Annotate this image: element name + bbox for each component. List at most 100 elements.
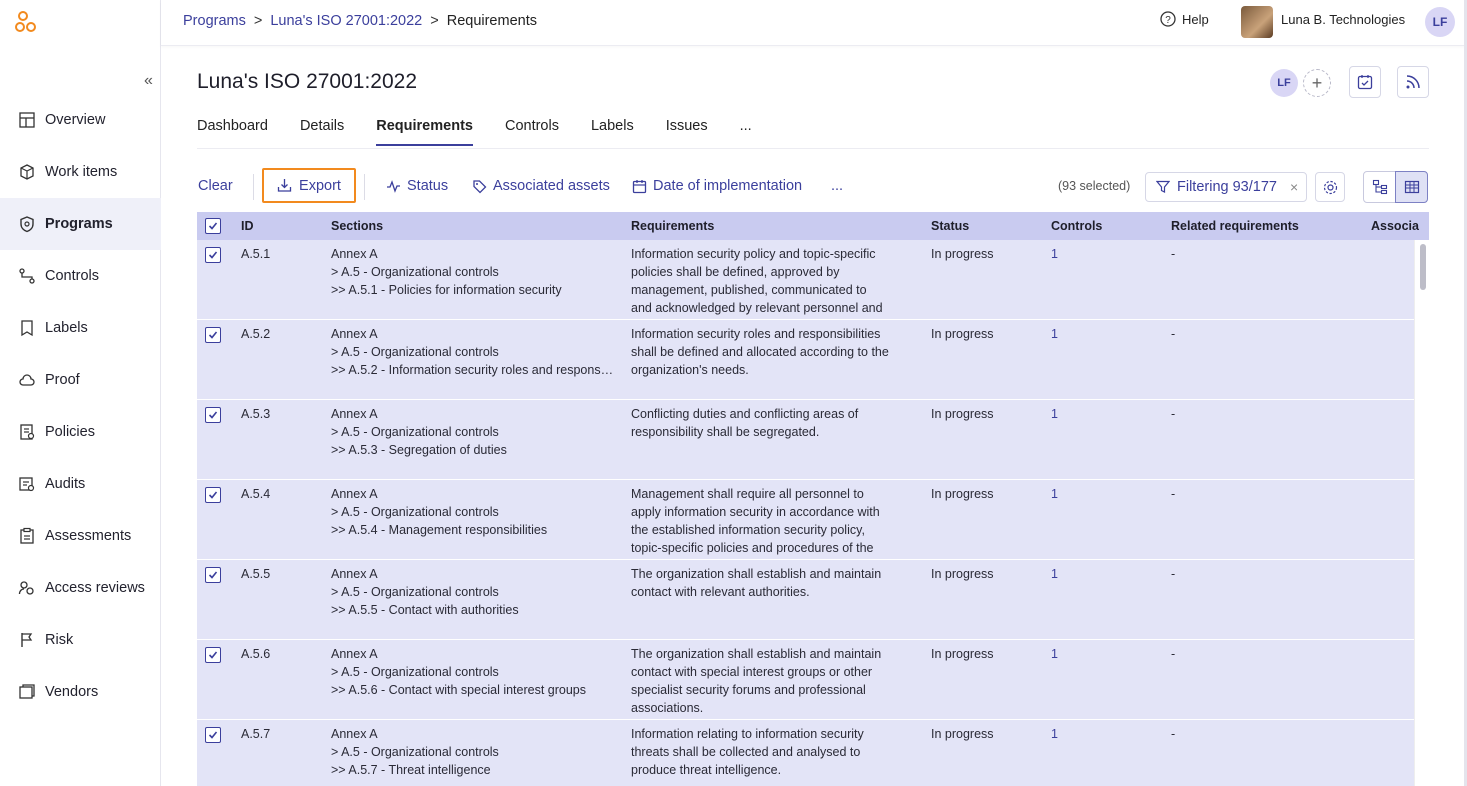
section-line: Annex A [331, 327, 378, 341]
row-checkbox[interactable] [205, 407, 221, 423]
download-icon [277, 179, 292, 192]
cell-id: A.5.4 [241, 487, 271, 501]
tab-controls[interactable]: Controls [505, 118, 559, 146]
breadcrumb-program[interactable]: Luna's ISO 27001:2022 [270, 13, 422, 29]
column-header-requirements[interactable]: Requirements [631, 219, 714, 233]
cell-controls-link[interactable]: 1 [1051, 325, 1058, 343]
tab-labels[interactable]: Labels [591, 118, 634, 146]
breadcrumb-programs[interactable]: Programs [183, 13, 246, 29]
column-header-id[interactable]: ID [241, 219, 254, 233]
scroll-thumb[interactable] [1420, 244, 1426, 290]
row-checkbox[interactable] [205, 647, 221, 663]
flag-icon [18, 631, 36, 649]
column-header-status[interactable]: Status [931, 219, 969, 233]
sidebar-item-vendors[interactable]: Vendors [0, 666, 161, 718]
filter-button[interactable]: Filtering 93/177 × [1145, 172, 1307, 202]
tab-more[interactable]: ... [740, 118, 752, 146]
section-line: > A.5 - Organizational controls [331, 425, 499, 439]
table-row[interactable]: A.5.4 Annex A > A.5 - Organizational contr… [197, 480, 1414, 560]
column-header-sections[interactable]: Sections [331, 219, 383, 233]
section-line: Annex A [331, 247, 378, 261]
calendar-check-button[interactable] [1349, 66, 1381, 98]
sidebar-item-controls[interactable]: Controls [0, 250, 161, 302]
sidebar-item-programs[interactable]: Programs [0, 198, 161, 250]
sidebar-item-overview[interactable]: Overview [0, 94, 161, 146]
tab-dashboard[interactable]: Dashboard [197, 118, 268, 146]
select-all-checkbox[interactable] [205, 218, 221, 234]
collapse-sidebar-icon[interactable]: « [144, 72, 153, 90]
toolbar-divider [364, 174, 365, 200]
user-avatar[interactable]: LF [1425, 7, 1455, 37]
table-row[interactable]: A.5.1 Annex A > A.5 - Organizational contr… [197, 240, 1414, 320]
status-action[interactable]: Status [386, 178, 448, 194]
section-line: > A.5 - Organizational controls [331, 665, 499, 679]
check-icon [208, 411, 218, 419]
row-checkbox[interactable] [205, 327, 221, 343]
cell-related-requirements: - [1171, 567, 1176, 581]
section-line: Annex A [331, 487, 378, 501]
owner-avatar[interactable]: LF [1270, 69, 1298, 97]
tab-details[interactable]: Details [300, 118, 344, 146]
add-member-button[interactable]: + [1303, 69, 1331, 97]
requirement-line: The organization shall establish and mai… [631, 567, 882, 581]
table-settings-button[interactable] [1315, 172, 1345, 202]
label-icon [18, 319, 36, 337]
requirement-line: Information relating to information secu… [631, 727, 864, 741]
column-header-related-requirements[interactable]: Related requirements [1171, 219, 1299, 233]
sidebar-item-label: Controls [45, 268, 99, 284]
column-header-associated[interactable]: Associa [1371, 219, 1419, 233]
table-row[interactable]: A.5.3 Annex A > A.5 - Organizational contr… [197, 400, 1414, 480]
check-icon [208, 651, 218, 659]
table-row[interactable]: A.5.7 Annex A > A.5 - Organizational contr… [197, 720, 1414, 786]
export-button[interactable]: Export [262, 168, 356, 203]
check-icon [208, 331, 218, 339]
date-of-implementation-action[interactable]: Date of implementation [632, 178, 802, 194]
sidebar-item-policies[interactable]: Policies [0, 406, 161, 458]
clear-filter-icon[interactable]: × [1290, 179, 1298, 195]
tree-view-button[interactable] [1363, 171, 1396, 203]
cell-status: In progress [931, 487, 994, 501]
sidebar-item-labels[interactable]: Labels [0, 302, 161, 354]
row-checkbox[interactable] [205, 487, 221, 503]
table-row[interactable]: A.5.6 Annex A > A.5 - Organizational contr… [197, 640, 1414, 720]
sidebar-item-risk[interactable]: Risk [0, 614, 161, 666]
sidebar-item-label: Programs [45, 216, 113, 232]
row-checkbox[interactable] [205, 247, 221, 263]
help-label: Help [1182, 11, 1209, 27]
clear-selection-button[interactable]: Clear [198, 178, 233, 194]
sidebar-item-audits[interactable]: Audits [0, 458, 161, 510]
sidebar-item-work-items[interactable]: Work items [0, 146, 161, 198]
table-view-button[interactable] [1395, 171, 1428, 203]
associated-assets-action[interactable]: Associated assets [472, 178, 610, 194]
cell-controls-link[interactable]: 1 [1051, 725, 1058, 743]
cell-id: A.5.7 [241, 727, 271, 741]
table-row[interactable]: A.5.2 Annex A > A.5 - Organizational contr… [197, 320, 1414, 400]
row-checkbox[interactable] [205, 567, 221, 583]
tab-issues[interactable]: Issues [666, 118, 708, 146]
cell-controls-link[interactable]: 1 [1051, 405, 1058, 423]
toolbar-divider [253, 174, 254, 200]
sidebar-item-assessments[interactable]: Assessments [0, 510, 161, 562]
table-row[interactable]: A.5.5 Annex A > A.5 - Organizational contr… [197, 560, 1414, 640]
cell-controls-link[interactable]: 1 [1051, 645, 1058, 663]
more-actions-button[interactable]: ... [831, 178, 843, 194]
sidebar-item-proof[interactable]: Proof [0, 354, 161, 406]
table-view-icon [1404, 180, 1419, 194]
help-button[interactable]: ? Help [1160, 11, 1209, 27]
table-scrollbar[interactable] [1414, 240, 1429, 786]
org-name[interactable]: Luna B. Technologies [1281, 12, 1405, 27]
cell-id: A.5.5 [241, 567, 271, 581]
section-line: >> A.5.1 - Policies for information secu… [331, 283, 562, 297]
cell-controls-link[interactable]: 1 [1051, 245, 1058, 263]
cell-controls-link[interactable]: 1 [1051, 485, 1058, 503]
org-avatar[interactable] [1241, 6, 1273, 38]
box-icon [18, 163, 36, 181]
app-logo-icon[interactable] [14, 10, 40, 36]
sidebar-item-access-reviews[interactable]: Access reviews [0, 562, 161, 614]
feed-button[interactable] [1397, 66, 1429, 98]
column-header-controls[interactable]: Controls [1051, 219, 1102, 233]
row-checkbox[interactable] [205, 727, 221, 743]
tab-requirements[interactable]: Requirements [376, 118, 473, 146]
cell-controls-link[interactable]: 1 [1051, 565, 1058, 583]
calendar-icon [632, 179, 647, 193]
